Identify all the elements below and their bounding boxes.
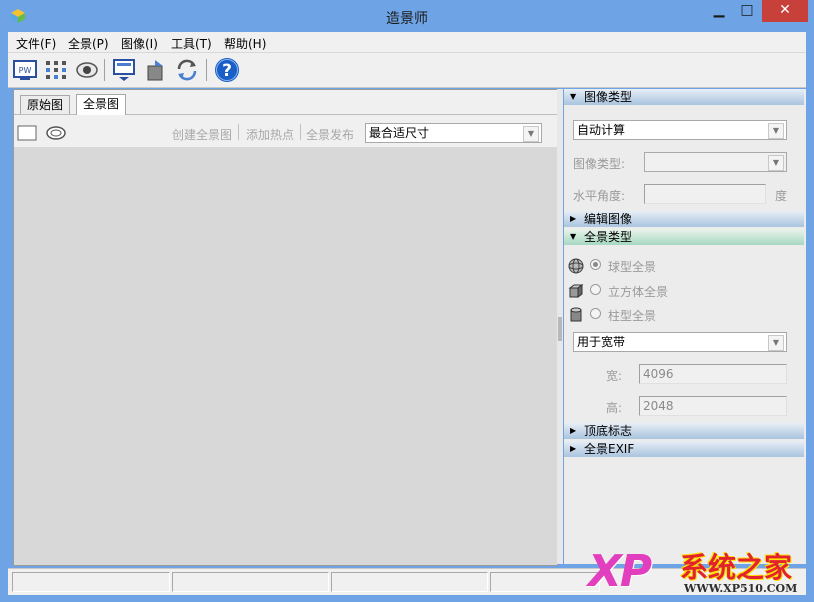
section-title: 全景EXIF: [584, 442, 635, 456]
help-glyph: ?: [222, 61, 232, 81]
view-tabs: 原始图 全景图: [14, 90, 557, 115]
section-panorama-type[interactable]: ▼ 全景类型: [564, 229, 804, 245]
section-panorama-exif[interactable]: ▶ 全景EXIF: [564, 441, 804, 457]
usage-select[interactable]: 用于宽带 ▼: [573, 332, 787, 352]
chevron-down-icon[interactable]: ▼: [768, 155, 784, 171]
minimize-button[interactable]: ▁: [706, 0, 732, 22]
sync-icon[interactable]: [174, 57, 200, 83]
close-button[interactable]: ✕: [762, 0, 808, 22]
watermark-xp-logo: XP: [588, 546, 652, 597]
watermark-url: WWW.XP510.COM: [684, 582, 798, 595]
radio-button[interactable]: [590, 284, 601, 295]
toolbar-separator: [104, 59, 105, 81]
section-title: 图像类型: [584, 90, 633, 104]
radio-button[interactable]: [590, 259, 601, 270]
image-type-select[interactable]: ▼: [644, 152, 787, 172]
section-edit-image[interactable]: ▶ 编辑图像: [564, 211, 804, 227]
help-icon[interactable]: ?: [214, 57, 240, 83]
fit-window-icon[interactable]: [17, 125, 37, 141]
usage-value: 用于宽带: [577, 335, 626, 349]
panel-splitter[interactable]: [557, 89, 563, 564]
cube-icon: [568, 284, 584, 298]
chevron-down-icon[interactable]: ▼: [768, 123, 784, 139]
site-watermark: XP 系统之家 WWW.XP510.COM: [588, 540, 810, 600]
cylinder-panorama-label: 柱型全景: [608, 309, 657, 323]
toolbar-divider: [300, 124, 301, 140]
export-icon[interactable]: [143, 57, 169, 83]
preview-eye-icon[interactable]: [74, 57, 100, 83]
app-window: 造景师 ▁ □ ✕ 文件(F) 全景(P) 图像(I) 工具(T) 帮助(H) …: [0, 0, 814, 602]
panorama-canvas[interactable]: [14, 148, 557, 565]
zoom-mode-value: 最合适尺寸: [369, 126, 430, 140]
expand-triangle-icon: ▶: [570, 444, 577, 453]
toolbar-divider: [238, 124, 239, 140]
degree-unit-label: 度: [775, 189, 788, 203]
status-cell: [331, 572, 488, 592]
horizontal-angle-input[interactable]: [644, 184, 766, 204]
pw-view-icon[interactable]: PW: [12, 57, 38, 83]
menu-tools[interactable]: 工具(T): [171, 35, 212, 52]
title-bar: 造景师 ▁ □ ✕: [0, 0, 814, 32]
menu-bar: 文件(F) 全景(P) 图像(I) 工具(T) 帮助(H): [8, 32, 806, 52]
horizontal-angle-label: 水平角度:: [573, 189, 626, 203]
panorama-toolbar: 创建全景图 添加热点 全景发布 最合适尺寸 ▼: [14, 115, 557, 147]
maximize-button[interactable]: □: [734, 0, 760, 22]
chevron-down-icon[interactable]: ▼: [523, 126, 539, 142]
status-cell: [172, 572, 329, 592]
add-hotspot-link[interactable]: 添加热点: [246, 126, 294, 143]
menu-file[interactable]: 文件(F): [16, 35, 56, 52]
expand-triangle-icon: ▶: [570, 214, 577, 223]
cube-panorama-label: 立方体全景: [608, 285, 669, 299]
section-title: 顶底标志: [584, 424, 633, 438]
height-label: 高:: [606, 401, 623, 415]
tab-panorama-image[interactable]: 全景图: [76, 94, 127, 115]
width-input[interactable]: 4096: [639, 364, 787, 384]
properties-panel: ▼ 图像类型 自动计算 ▼ 图像类型: ▼ 水平角度: 度 ▶ 编辑图像 ▼ 全…: [564, 89, 806, 564]
publish-panorama-link[interactable]: 全景发布: [306, 126, 354, 143]
section-top-bottom-logo[interactable]: ▶ 顶底标志: [564, 423, 804, 439]
status-cell: [12, 572, 170, 592]
section-title: 全景类型: [584, 230, 633, 244]
image-type-mode-select[interactable]: 自动计算 ▼: [573, 120, 787, 140]
collapse-triangle-icon: ▼: [570, 92, 577, 101]
menu-image[interactable]: 图像(I): [121, 35, 158, 52]
collapse-triangle-icon: ▼: [570, 232, 577, 241]
menu-help[interactable]: 帮助(H): [224, 35, 266, 52]
chevron-down-icon[interactable]: ▼: [768, 335, 784, 351]
panorama-view-icon[interactable]: [45, 124, 67, 142]
zoom-mode-select[interactable]: 最合适尺寸 ▼: [365, 123, 542, 143]
section-image-type[interactable]: ▼ 图像类型: [564, 89, 804, 105]
sphere-icon: [568, 258, 584, 274]
toolbar-separator: [206, 59, 207, 81]
image-type-mode-value: 自动计算: [577, 123, 626, 137]
menu-panorama[interactable]: 全景(P): [68, 35, 109, 52]
cylinder-icon: [570, 307, 582, 322]
watermark-brand-text: 系统之家: [680, 551, 793, 584]
image-type-label: 图像类型:: [573, 157, 626, 171]
create-panorama-link[interactable]: 创建全景图: [172, 126, 232, 143]
window-title: 造景师: [386, 11, 428, 27]
splitter-grip[interactable]: [558, 317, 562, 341]
stitch-settings-icon[interactable]: [43, 57, 69, 83]
section-title: 编辑图像: [584, 212, 633, 226]
image-view-panel: 原始图 全景图 创建全景图 添加热点 全景发布 最合适尺寸 ▼: [13, 89, 558, 566]
status-cell: [490, 572, 600, 592]
sphere-panorama-label: 球型全景: [608, 260, 657, 274]
main-toolbar: PW ?: [8, 52, 806, 88]
width-label: 宽:: [606, 369, 623, 383]
height-input[interactable]: 2048: [639, 396, 787, 416]
pw-glyph: PW: [19, 66, 32, 75]
publish-icon[interactable]: [111, 57, 137, 83]
expand-triangle-icon: ▶: [570, 426, 577, 435]
tab-original-image[interactable]: 原始图: [20, 95, 71, 114]
radio-button[interactable]: [590, 308, 601, 319]
